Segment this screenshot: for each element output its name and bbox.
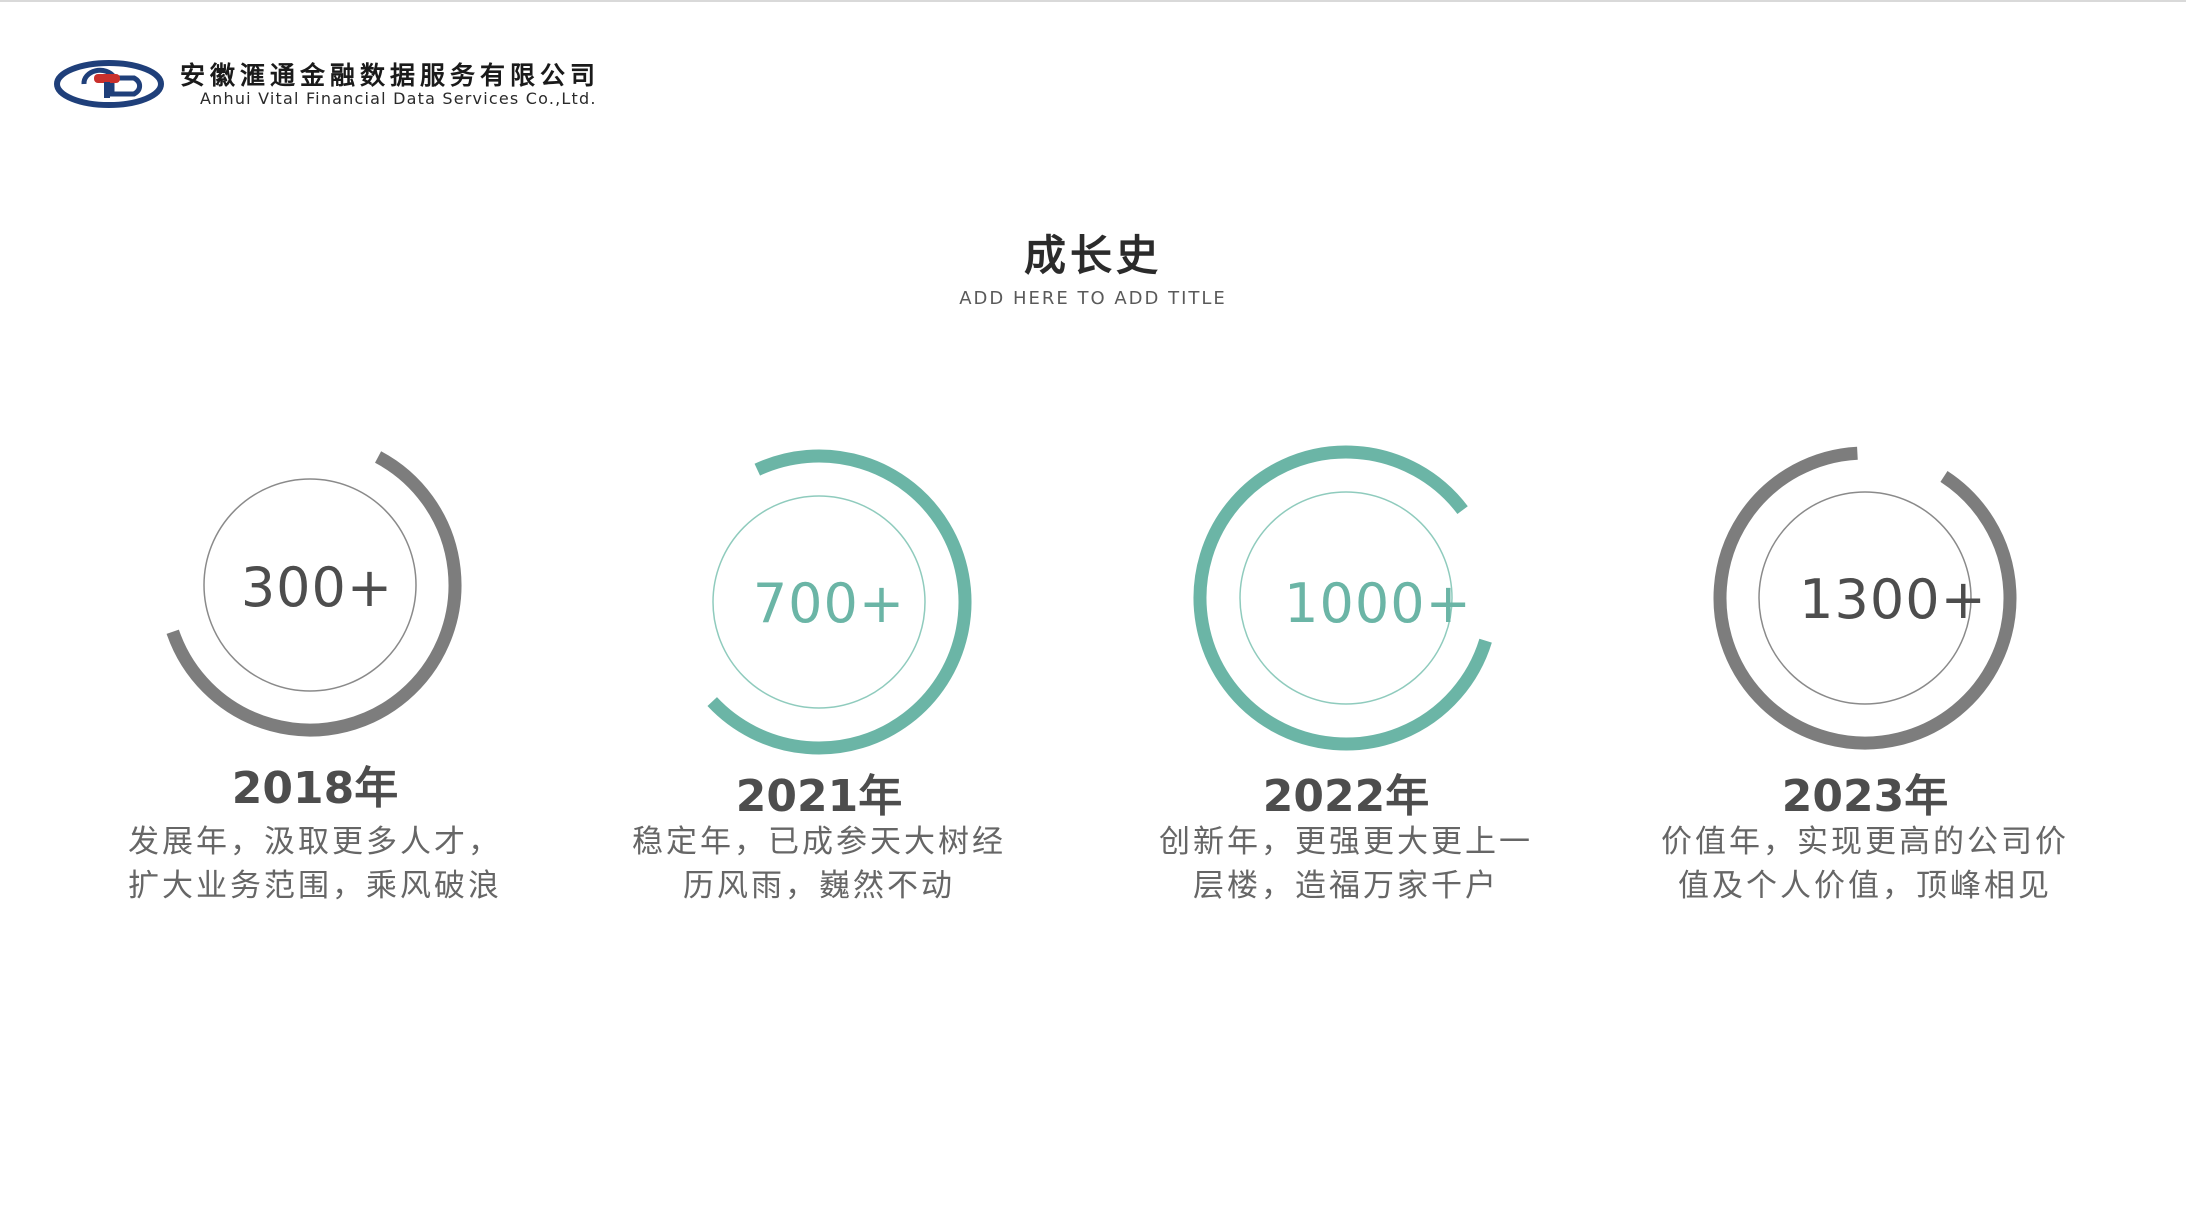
milestone-2023: 1300+ 2023年 价值年，实现更高的公司价 值及个人价值，顶峰相见	[1635, 430, 2095, 930]
milestone-value: 1300+	[1799, 568, 1987, 631]
description-line: 稳定年，已成参天大树经	[632, 824, 1006, 860]
milestone-2022: 1000+ 2022年 创新年，更强更大更上一 层楼，造福万家千户	[1116, 430, 1576, 930]
description-line: 扩大业务范围，乘风破浪	[128, 868, 502, 904]
milestone-description: 价值年，实现更高的公司价 值及个人价值，顶峰相见	[1635, 820, 2095, 908]
milestone-list: 300+ 2018年 发展年，汲取更多人才， 扩大业务范围，乘风破浪 700+ …	[0, 0, 2186, 1214]
milestone-description: 发展年，汲取更多人才， 扩大业务范围，乘风破浪	[85, 820, 545, 908]
description-line: 值及个人价值，顶峰相见	[1678, 868, 2052, 904]
milestone-value: 1000+	[1284, 572, 1472, 635]
description-line: 层楼，造福万家千户	[1193, 868, 1499, 904]
description-line: 价值年，实现更高的公司价	[1661, 824, 2069, 860]
milestone-year: 2022年	[1262, 771, 1430, 822]
description-line: 发展年，汲取更多人才，	[128, 824, 502, 860]
milestone-value: 300+	[241, 556, 393, 619]
milestone-year: 2021年	[735, 771, 903, 822]
milestone-2021: 700+ 2021年 稳定年，已成参天大树经 历风雨，巍然不动	[589, 430, 1049, 930]
milestone-year: 2018年	[231, 763, 399, 814]
milestone-description: 创新年，更强更大更上一 层楼，造福万家千户	[1116, 820, 1576, 908]
description-line: 创新年，更强更大更上一	[1159, 824, 1533, 860]
milestone-2018: 300+ 2018年 发展年，汲取更多人才， 扩大业务范围，乘风破浪	[85, 430, 545, 930]
description-line: 历风雨，巍然不动	[683, 868, 955, 904]
milestone-value: 700+	[753, 572, 905, 635]
progress-ring: 300+	[166, 451, 462, 737]
milestone-year: 2023年	[1781, 771, 1949, 822]
progress-ring: 700+	[707, 449, 972, 755]
progress-ring: 1000+	[1193, 445, 1492, 751]
progress-ring: 1300+	[1713, 446, 2017, 750]
milestone-description: 稳定年，已成参天大树经 历风雨，巍然不动	[589, 820, 1049, 908]
